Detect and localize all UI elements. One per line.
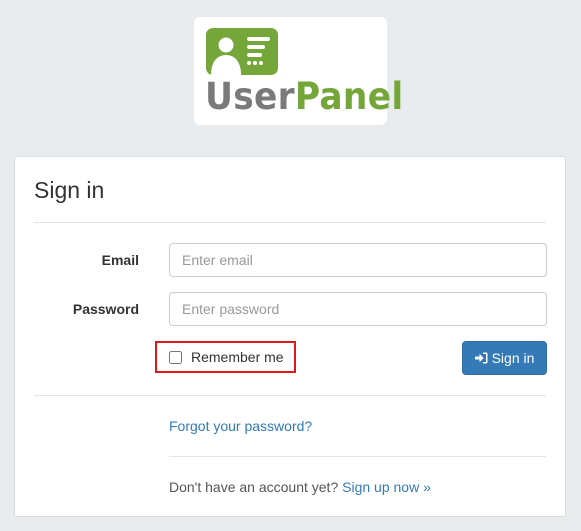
sign-in-icon <box>474 352 488 364</box>
email-label: Email <box>101 252 139 268</box>
form-divider <box>34 395 546 396</box>
signup-row: Don't have an account yet? Sign up now » <box>169 479 431 495</box>
sign-in-button[interactable]: Sign in <box>462 341 547 375</box>
user-card-icon <box>206 28 278 75</box>
logo-text-panel: Panel <box>294 75 404 118</box>
signin-panel: Sign in Email Password Remember me Sign … <box>14 156 566 517</box>
links-divider <box>169 456 546 457</box>
sign-in-button-label: Sign in <box>491 350 535 366</box>
email-field[interactable] <box>169 243 547 277</box>
page-title: Sign in <box>34 177 105 203</box>
remember-me-label[interactable]: Remember me <box>191 349 284 365</box>
sign-up-link[interactable]: Sign up now » <box>342 479 431 495</box>
password-field[interactable] <box>169 292 547 326</box>
remember-me-checkbox[interactable] <box>169 350 182 364</box>
forgot-password-link[interactable]: Forgot your password? <box>169 418 312 434</box>
logo-wordmark: UserPanel <box>205 78 403 115</box>
signup-prompt: Don't have an account yet? <box>169 479 339 495</box>
remember-me-highlight: Remember me <box>155 341 296 373</box>
logo: UserPanel <box>194 17 403 125</box>
logo-text-user: User <box>205 75 295 118</box>
title-divider <box>34 222 546 223</box>
password-label: Password <box>72 301 139 317</box>
